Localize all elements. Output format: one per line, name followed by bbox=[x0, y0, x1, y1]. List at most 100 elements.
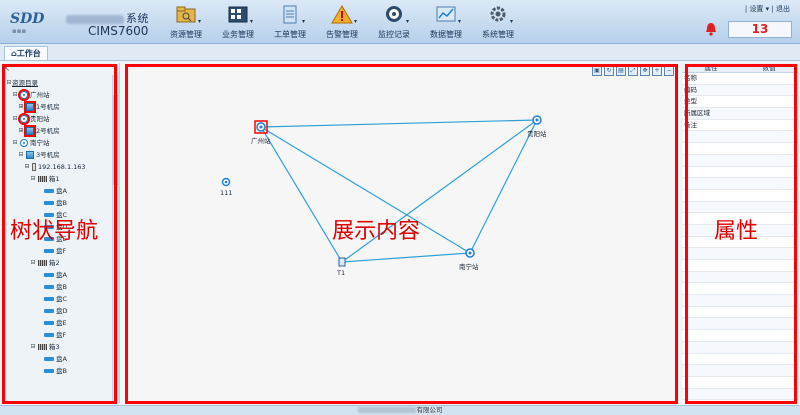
property-row bbox=[682, 167, 798, 179]
tree-item[interactable]: ⊟ 广州站 bbox=[12, 89, 86, 101]
nav-workorder[interactable]: ▾ 工单管理 bbox=[264, 4, 316, 42]
tab-label: 工作台 bbox=[16, 49, 41, 58]
tree-item-label: 盘B bbox=[56, 283, 67, 291]
link-gy-nn bbox=[469, 119, 538, 254]
nav-business[interactable]: ▾ 业务管理 bbox=[212, 4, 264, 42]
tree-item[interactable]: 盘A bbox=[36, 185, 86, 197]
node-guiyang[interactable] bbox=[532, 115, 542, 125]
tree-item[interactable]: ⊟ 箱3 bbox=[30, 341, 86, 353]
expand-icon[interactable]: ⊟ bbox=[12, 89, 18, 101]
tree-item[interactable]: ⊟ 箱2 bbox=[30, 257, 86, 269]
expand-icon[interactable]: ⊟ bbox=[30, 173, 36, 185]
tree-item[interactable]: ⊟ 贵阳站 bbox=[12, 113, 86, 125]
alarm-count[interactable]: 13 bbox=[728, 21, 792, 38]
nav-system[interactable]: ▾ 系统管理 bbox=[472, 4, 524, 42]
room-icon bbox=[24, 101, 36, 113]
settings-link[interactable]: 设置 bbox=[749, 5, 763, 13]
tree-item-label: 盘E bbox=[56, 319, 67, 327]
tree-item-label: 箱1 bbox=[49, 175, 60, 183]
main-nav: ▾ 资源管理 ▾ 业务管理 ▾ 工单管理 ▾ 告警管理 ▾ 监控记录 ▾ 数据管… bbox=[160, 4, 524, 42]
disk-icon bbox=[44, 201, 54, 205]
top-links: | 设置 ▾ | 退出 bbox=[744, 5, 790, 13]
logout-link[interactable]: 退出 bbox=[776, 5, 790, 13]
label-content: 展示内容 bbox=[332, 219, 421, 244]
property-row bbox=[682, 201, 798, 214]
disk-icon bbox=[44, 285, 54, 289]
node-t1[interactable] bbox=[338, 257, 346, 267]
nav-resource[interactable]: ▾ 资源管理 bbox=[160, 4, 212, 42]
nav-workorder-label: 工单管理 bbox=[274, 30, 306, 39]
disk-icon bbox=[44, 273, 54, 277]
tree-item-label: 盘A bbox=[56, 271, 67, 279]
nav-alarm[interactable]: ▾ 告警管理 bbox=[316, 4, 368, 42]
room-icon bbox=[26, 151, 34, 159]
svg-text:SDD: SDD bbox=[10, 11, 45, 27]
tree-scrollbar[interactable] bbox=[112, 75, 118, 401]
expand-icon[interactable]: ⊟ bbox=[12, 137, 18, 149]
tree-item[interactable]: ⊞ 1号机房 bbox=[18, 101, 86, 113]
expand-icon[interactable]: ⊟ bbox=[12, 113, 18, 125]
tree-item[interactable]: 盘C bbox=[36, 293, 86, 305]
station-icon bbox=[18, 113, 30, 125]
workorder-icon: ▾ bbox=[279, 5, 305, 25]
bell-icon[interactable] bbox=[704, 22, 718, 36]
nav-monitor[interactable]: ▾ 监控记录 bbox=[368, 4, 420, 42]
tree-item[interactable]: 盘B bbox=[36, 365, 86, 377]
tree-item-label: 盘B bbox=[56, 199, 67, 207]
property-row bbox=[682, 318, 798, 331]
property-row bbox=[682, 131, 798, 144]
footer: 有限公司 bbox=[0, 405, 800, 415]
tree-item[interactable]: 盘D bbox=[36, 305, 86, 317]
tree-item[interactable]: 盘A bbox=[36, 353, 86, 365]
node-111[interactable] bbox=[221, 177, 231, 187]
label-properties: 属性 bbox=[714, 219, 759, 244]
tree-item-label: 192.168.1.163 bbox=[38, 163, 86, 171]
tree-item[interactable]: ⊟ 3号机房 bbox=[18, 149, 86, 161]
property-row bbox=[682, 330, 798, 342]
tree-item-label: 贵阳站 bbox=[30, 115, 50, 123]
label-tree-nav: 树状导航 bbox=[10, 219, 99, 244]
tab-workbench[interactable]: ⌂工作台 bbox=[4, 46, 48, 60]
room-icon bbox=[24, 125, 36, 137]
expand-icon[interactable]: ⊟ bbox=[30, 257, 36, 269]
tree-item[interactable]: ⊟ 南宁站 bbox=[12, 137, 86, 149]
tree-item[interactable]: 盘B bbox=[36, 197, 86, 209]
tree-root-label: 资源目录 bbox=[12, 79, 38, 87]
property-row bbox=[682, 377, 798, 389]
tab-bar: ⌂工作台 bbox=[0, 44, 800, 61]
property-row bbox=[682, 307, 798, 319]
nav-data[interactable]: ▾ 数据管理 bbox=[420, 4, 472, 42]
logo: SDD ▪▪▪ bbox=[10, 11, 45, 35]
node-nanning[interactable] bbox=[465, 248, 475, 258]
tree-root[interactable]: ⊟ 资源目录 bbox=[6, 77, 86, 89]
expand-icon[interactable]: ⊞ bbox=[18, 125, 24, 137]
tree-item-label: 盘C bbox=[56, 295, 68, 303]
shelf-icon bbox=[38, 344, 47, 350]
node-guangzhou[interactable] bbox=[254, 120, 268, 134]
property-row bbox=[682, 365, 798, 377]
link-gz-t1 bbox=[260, 126, 343, 263]
collapse-arrow-icon[interactable]: ↖ bbox=[4, 65, 10, 73]
nav-business-label: 业务管理 bbox=[222, 30, 254, 39]
tree-item[interactable]: ⊟ 192.168.1.163 bbox=[24, 161, 86, 173]
expand-icon[interactable]: ⊟ bbox=[30, 341, 36, 353]
tree-item-label: 3号机房 bbox=[36, 151, 60, 159]
alarm-icon: ▾ bbox=[331, 5, 357, 25]
settings-icon: ▾ bbox=[487, 5, 513, 25]
tree-item[interactable]: 盘E bbox=[36, 317, 86, 329]
disk-icon bbox=[44, 333, 54, 337]
shelf-icon bbox=[38, 176, 47, 182]
tree-item-label: 盘D bbox=[56, 307, 68, 315]
tree-item[interactable]: 盘F bbox=[36, 329, 86, 341]
tree-item[interactable]: 盘F bbox=[36, 245, 86, 257]
node-t1-label: T1 bbox=[337, 269, 346, 277]
tree-item[interactable]: ⊞ 2号机房 bbox=[18, 125, 86, 137]
tree-item[interactable]: ⊟ 箱1 bbox=[30, 173, 86, 185]
property-row bbox=[682, 271, 798, 284]
tree-item[interactable]: 盘B bbox=[36, 281, 86, 293]
expand-icon[interactable]: ⊟ bbox=[24, 161, 30, 173]
tree-item-label: 盘F bbox=[56, 331, 67, 339]
expand-icon[interactable]: ⊞ bbox=[18, 101, 24, 113]
expand-icon[interactable]: ⊟ bbox=[18, 149, 24, 161]
tree-item[interactable]: 盘A bbox=[36, 269, 86, 281]
